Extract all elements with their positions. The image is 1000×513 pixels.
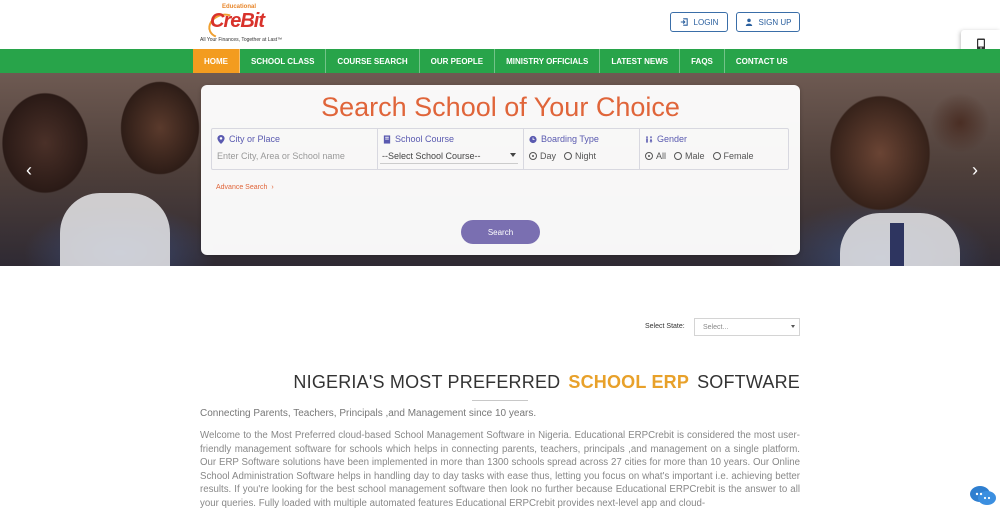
gender-label: Gender <box>645 134 687 144</box>
gender-option-all[interactable]: All <box>645 151 666 161</box>
login-button[interactable]: LOGIN <box>670 12 728 32</box>
advance-search-label: Advance Search <box>216 184 268 191</box>
intro-paragraph: Welcome to the Most Preferred cloud-base… <box>200 430 800 509</box>
site-header: Educational CreBit All Your Finances, To… <box>0 0 1000 49</box>
section-headline: NIGERIA'S MOST PREFERRED SCHOOL ERP SOFTWA… <box>200 372 800 393</box>
headline-divider <box>472 400 528 401</box>
boarding-label: Boarding Type <box>529 134 599 144</box>
gender-option-label: Female <box>723 151 754 161</box>
gender-field: Gender All Male Female <box>640 129 788 169</box>
nav-list: HOME SCHOOL CLASS COURSE SEARCH OUR PEOP… <box>193 49 799 73</box>
gender-option-female[interactable]: Female <box>712 151 754 161</box>
radio-selected-icon <box>645 152 653 160</box>
search-button[interactable]: Search <box>461 220 540 244</box>
hero-photo-detail <box>60 193 170 266</box>
user-icon <box>745 18 752 26</box>
clock-icon <box>529 135 537 143</box>
nav-item-home[interactable]: HOME <box>193 49 240 73</box>
radio-icon <box>674 152 683 160</box>
site-logo[interactable]: Educational CreBit All Your Finances, To… <box>200 4 283 44</box>
nav-item-latest-news[interactable]: LATEST NEWS <box>600 49 681 73</box>
city-field[interactable]: City or Place Enter City, Area or School… <box>212 129 378 169</box>
advance-search-link[interactable]: Advance Search › <box>216 184 274 191</box>
gender-option-label: Male <box>685 151 705 161</box>
search-panel: Search School of Your Choice City or Pla… <box>201 85 800 255</box>
state-select[interactable]: Select... <box>694 318 800 336</box>
headline-pre: NIGERIA'S MOST PREFERRED <box>293 372 561 392</box>
signup-label: SIGN UP <box>758 17 792 27</box>
city-label: City or Place <box>217 134 280 144</box>
nav-item-contact-us[interactable]: CONTACT US <box>725 49 799 73</box>
course-label: School Course <box>383 134 454 144</box>
chevron-right-icon: › <box>271 184 274 191</box>
gender-icon <box>646 135 653 143</box>
gender-label-text: Gender <box>657 134 688 144</box>
boarding-label-text: Boarding Type <box>541 134 599 144</box>
search-fields: City or Place Enter City, Area or School… <box>211 128 789 170</box>
nav-item-school-class[interactable]: SCHOOL CLASS <box>240 49 327 73</box>
login-label: LOGIN <box>693 17 719 27</box>
course-select[interactable]: --Select School Course-- <box>380 149 518 164</box>
section-tagline: Connecting Parents, Teachers, Principals… <box>200 408 537 419</box>
carousel-prev-icon[interactable]: ‹ <box>26 161 36 179</box>
city-label-text: City or Place <box>229 134 281 144</box>
course-field: School Course --Select School Course-- <box>378 129 524 169</box>
boarding-option-night[interactable]: Night <box>564 151 596 161</box>
gender-option-male[interactable]: Male <box>674 151 705 161</box>
gender-option-label: All <box>656 151 667 161</box>
state-label: Select State: <box>645 323 685 330</box>
book-icon <box>383 134 391 144</box>
logo-tagline: All Your Finances, Together at Last™ <box>200 37 283 43</box>
chat-icon[interactable] <box>969 484 997 508</box>
carousel-next-icon[interactable]: › <box>972 161 982 179</box>
boarding-option-label: Day <box>540 151 557 161</box>
hero-photo-detail <box>890 223 904 266</box>
chevron-down-icon <box>791 325 795 328</box>
nav-item-faqs[interactable]: FAQS <box>680 49 725 73</box>
course-label-text: School Course <box>395 134 455 144</box>
headline-post: SOFTWARE <box>697 372 800 392</box>
city-input[interactable]: Enter City, Area or School name <box>217 151 345 161</box>
boarding-option-label: Night <box>575 151 597 161</box>
map-pin-icon <box>217 134 225 144</box>
login-icon <box>680 18 688 26</box>
gender-options: All Male Female <box>645 151 754 161</box>
nav-item-our-people[interactable]: OUR PEOPLE <box>420 49 496 73</box>
boarding-options: Day Night <box>529 151 596 161</box>
state-select-value: Select... <box>703 323 729 331</box>
chevron-down-icon <box>510 153 516 157</box>
course-select-value: --Select School Course-- <box>382 151 481 161</box>
nav-item-ministry-officials[interactable]: MINISTRY OFFICIALS <box>495 49 601 73</box>
headline-highlight: SCHOOL ERP <box>568 372 690 392</box>
radio-icon <box>712 152 721 160</box>
signup-button[interactable]: SIGN UP <box>736 12 800 32</box>
logo-brand: CreBit <box>210 10 265 32</box>
radio-icon <box>564 152 573 160</box>
radio-selected-icon <box>529 152 537 160</box>
boarding-option-day[interactable]: Day <box>529 151 556 161</box>
nav-item-course-search[interactable]: COURSE SEARCH <box>326 49 420 73</box>
search-title: Search School of Your Choice <box>321 92 680 122</box>
boarding-field: Boarding Type Day Night <box>524 129 640 169</box>
main-nav: HOME SCHOOL CLASS COURSE SEARCH OUR PEOP… <box>0 49 1000 73</box>
